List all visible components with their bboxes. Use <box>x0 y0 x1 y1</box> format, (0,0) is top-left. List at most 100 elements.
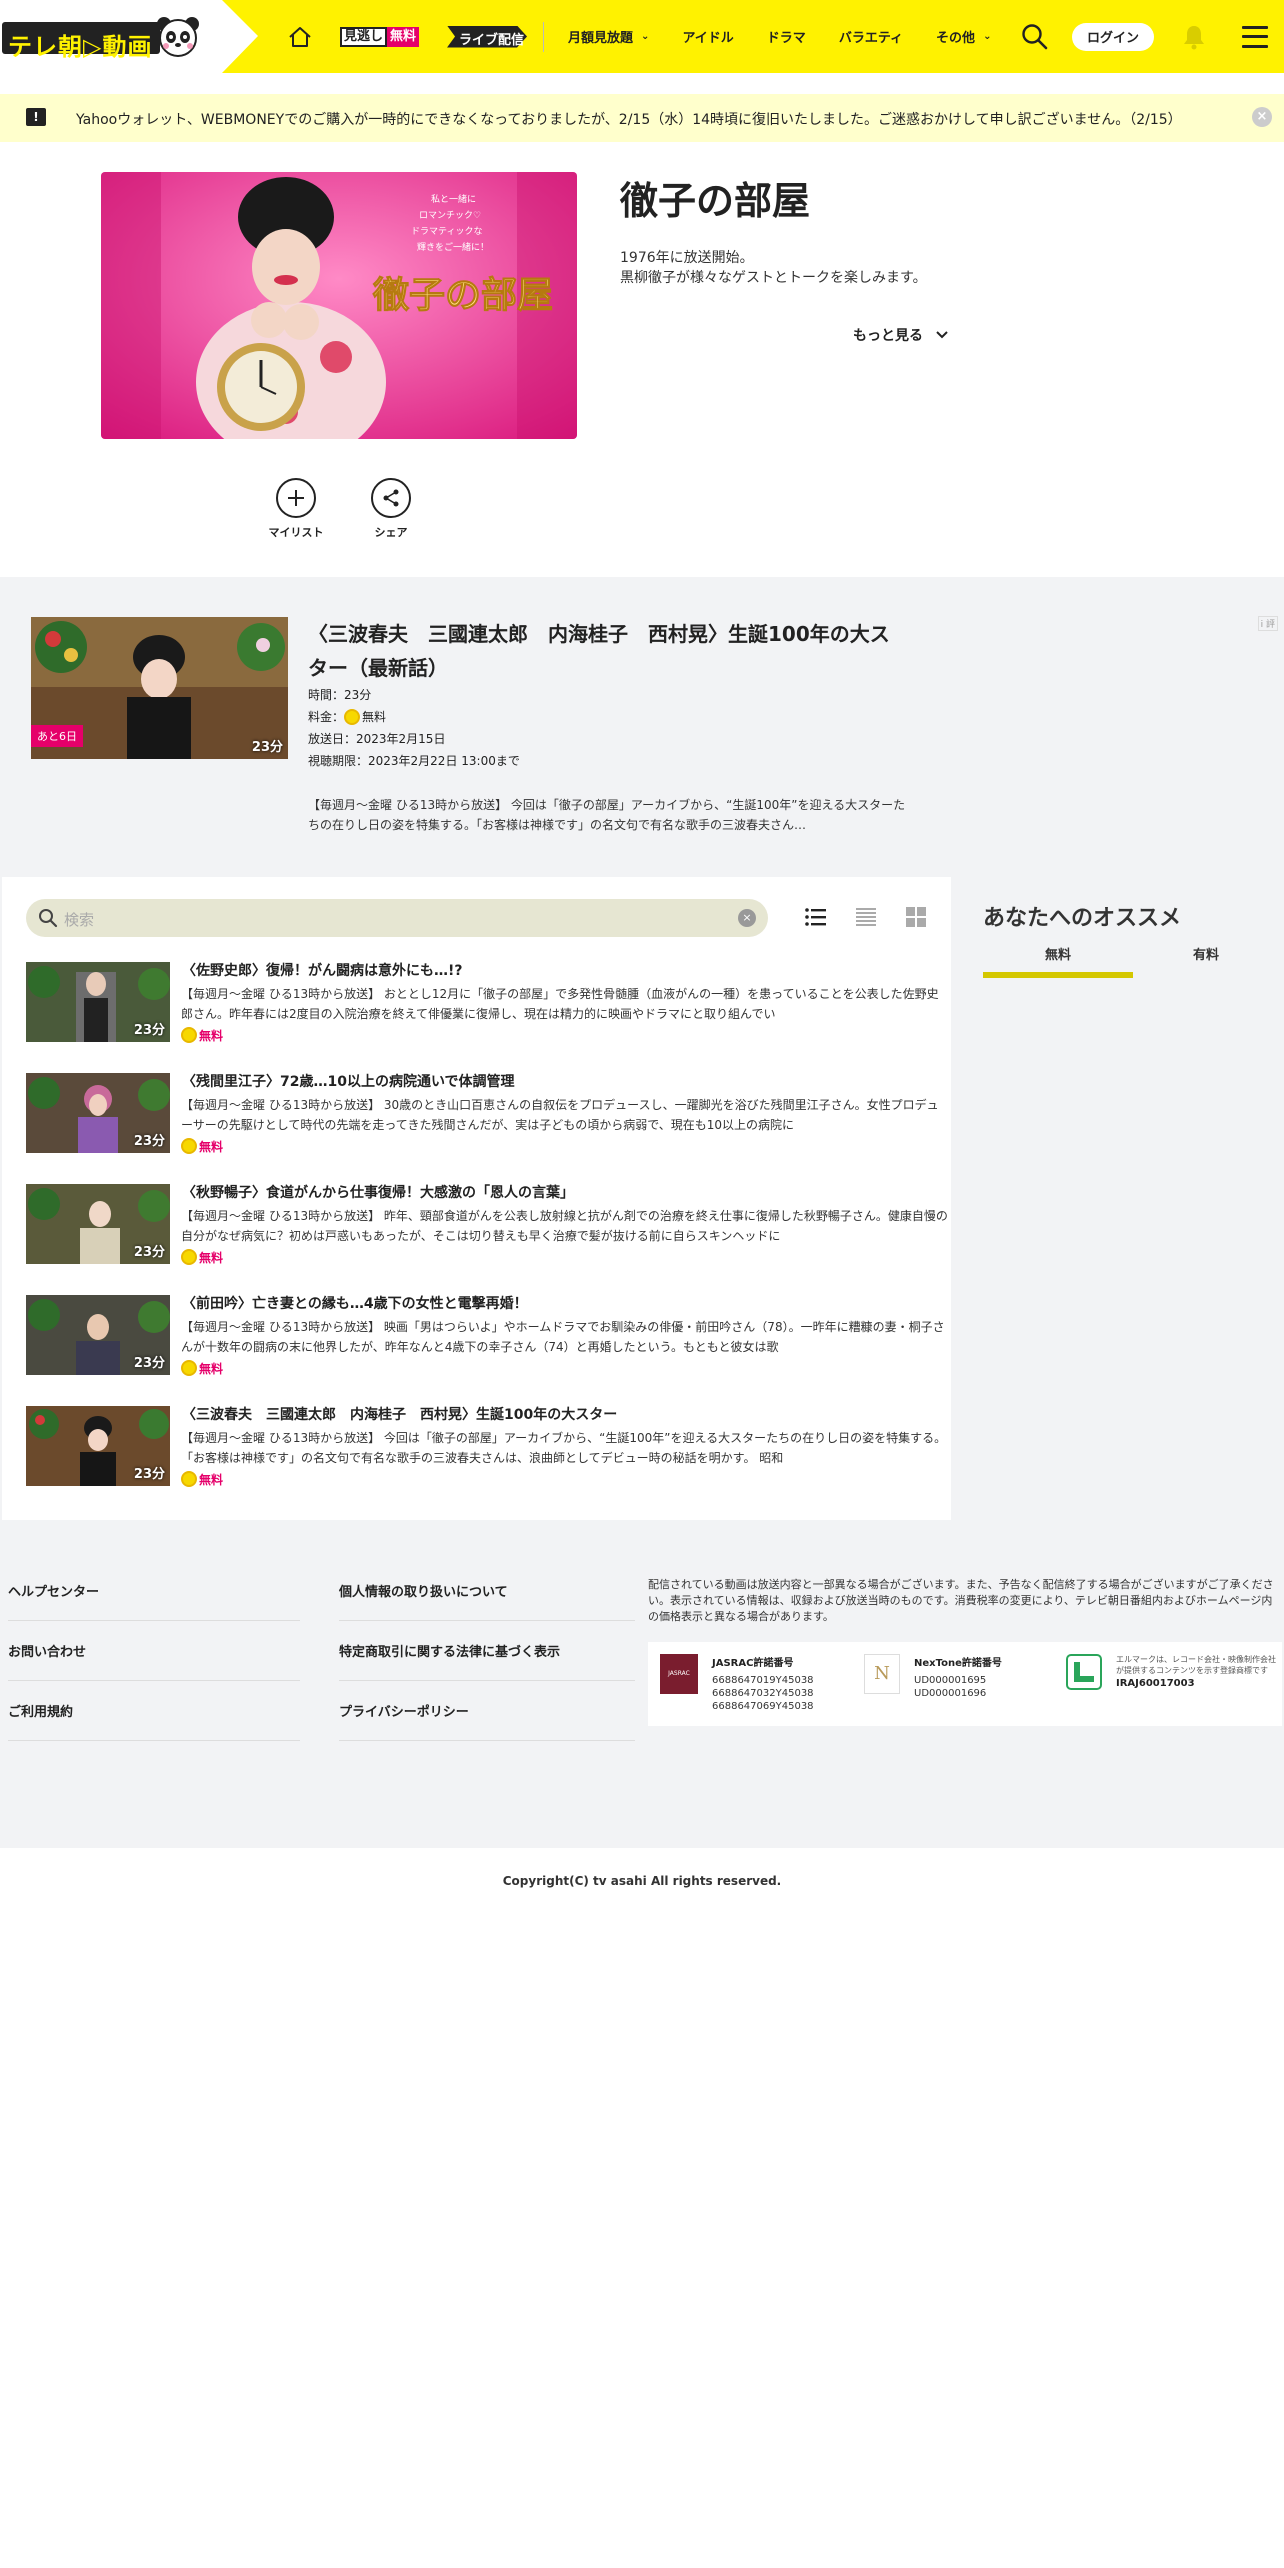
episode-deadline: 視聴期限：2023年2月22日 13:00まで <box>308 754 520 768</box>
latest-episode-meta: 時間：23分 料金： 無料 放送日：2023年2月15日 視聴期限：2023年2月… <box>308 684 520 772</box>
l-mark-logo-icon <box>1066 1654 1102 1690</box>
remaining-days-tag: あと6日 <box>31 725 83 747</box>
clear-icon[interactable]: × <box>738 909 756 927</box>
program-description: 1976年に放送開始。 黒柳徹子が様々なゲストとトークを楽しみます。 <box>620 248 927 288</box>
program-title: 徹子の部屋 <box>620 179 811 223</box>
tab-free[interactable]: 無料 <box>983 944 1133 963</box>
nav-item-other[interactable]: その他 ⌄ <box>936 27 991 46</box>
coin-icon <box>181 1470 197 1487</box>
duration-label: 23分 <box>133 1023 165 1038</box>
share-label: シェア <box>374 526 408 539</box>
share-button[interactable]: シェア <box>356 478 426 540</box>
episode-thumbnail[interactable]: 23分 <box>26 962 170 1042</box>
footer-link-privacy-handling[interactable]: 個人情報の取り扱いについて <box>339 1581 508 1600</box>
menu-line <box>1242 25 1268 29</box>
notice-icon: ! <box>26 108 46 126</box>
more-label: もっと見る <box>853 328 923 344</box>
list-item[interactable]: 23分 〈残間里江子〉72歳…10以上の病院通いで体調管理 【毎週月～金曜 ひる… <box>26 1071 939 1161</box>
nav-item-label: バラエティ <box>838 31 904 46</box>
live-link[interactable]: ライブ配信 <box>447 25 528 48</box>
more-button[interactable]: もっと見る <box>853 325 949 345</box>
episode-thumbnail[interactable]: 23分 <box>26 1184 170 1264</box>
mylist-button[interactable]: マイリスト <box>261 478 331 540</box>
chevron-down-icon <box>936 331 948 339</box>
latest-episode-thumbnail[interactable]: あと6日 23分 <box>31 617 288 759</box>
footer-link-commerce-law[interactable]: 特定商取引に関する法律に基づく表示 <box>339 1641 560 1660</box>
close-icon[interactable]: × <box>1252 107 1272 127</box>
license-number: 6688647032Y45038 <box>712 1688 814 1699</box>
list-view-icon[interactable] <box>803 904 829 930</box>
grid-view-icon[interactable] <box>903 904 929 930</box>
nav-item-label: ドラマ <box>766 31 806 46</box>
hero-tagline: 輝きをご一緒に！ <box>417 241 489 253</box>
site-logo[interactable]: テレ朝▷動画 <box>2 17 202 61</box>
license-number: 6688647019Y45038 <box>712 1675 814 1686</box>
ad-info-icon[interactable]: i 評 <box>1257 616 1278 631</box>
free-label: 無料 <box>199 1029 224 1043</box>
episode-time: 時間：23分 <box>308 688 372 702</box>
bell-icon[interactable] <box>1180 23 1208 51</box>
menu-line <box>1242 35 1268 38</box>
recommend-title: あなたへのオススメ <box>983 906 1182 931</box>
license-text: NexTone許諾番号 UD000001695 UD000001696 <box>914 1654 1024 1700</box>
episode-title[interactable]: 〈佐野史郎〉復帰！がん闘病は意外にも…!? <box>182 960 463 980</box>
copyright: Copyright(C) tv asahi All rights reserve… <box>502 1874 782 1888</box>
chevron-down-icon: ⌄ <box>983 31 992 42</box>
episode-description: 【毎週月～金曜 ひる13時から放送】 30歳のとき山口百恵さんの自叙伝をプロデュ… <box>181 1098 939 1132</box>
episode-thumbnail[interactable]: 23分 <box>26 1295 170 1375</box>
list-item[interactable]: 23分 〈三波春夫 三國連太郎 内海桂子 西村晃〉生誕100年の大スター 【毎週… <box>26 1404 946 1494</box>
free-label: 無料 <box>199 1140 224 1154</box>
episode-description: 【毎週月～金曜 ひる13時から放送】 おととし12月に「徹子の部屋」で多発性骨髄… <box>181 987 939 1021</box>
logo-box: テレ朝▷動画 <box>2 22 160 61</box>
tab-paid[interactable]: 有料 <box>1131 944 1281 963</box>
episode-title[interactable]: 〈三波春夫 三國連太郎 内海桂子 西村晃〉生誕100年の大スター <box>182 1404 617 1424</box>
footer-link-help[interactable]: ヘルプセンター <box>8 1581 99 1600</box>
menu-line <box>1242 44 1268 48</box>
footer-link-terms[interactable]: ご利用規約 <box>8 1701 73 1720</box>
hamburger-menu-icon[interactable] <box>1242 25 1268 48</box>
episode-title[interactable]: 〈残間里江子〉72歳…10以上の病院通いで体調管理 <box>182 1071 515 1091</box>
nav-item-label: その他 <box>936 31 976 46</box>
compact-list-view-icon[interactable] <box>853 904 879 930</box>
mitoshi-label: 見逃し <box>340 26 388 47</box>
license-number: IRAJ60017003 <box>1116 1678 1195 1689</box>
login-button[interactable]: ログイン <box>1072 22 1154 51</box>
program-desc-line: 黒柳徹子が様々なゲストとトークを楽しみます。 <box>620 270 927 286</box>
nav-item-drama[interactable]: ドラマ <box>767 27 806 46</box>
share-icon <box>371 478 411 518</box>
episode-title[interactable]: 〈前田吟〉亡き妻との縁も…4歳下の女性と電撃再婚！ <box>182 1293 528 1313</box>
footer-divider <box>8 1680 300 1681</box>
footer-link-privacy-policy[interactable]: プライバシーポリシー <box>339 1701 469 1720</box>
episode-search-input[interactable]: 検索 × <box>26 899 768 937</box>
duration-label: 23分 <box>133 1356 165 1371</box>
home-button[interactable] <box>280 17 320 57</box>
list-item[interactable]: 23分 〈前田吟〉亡き妻との縁も…4歳下の女性と電撃再婚！ 【毎週月～金曜 ひる… <box>26 1293 945 1383</box>
nav-item-variety[interactable]: バラエティ <box>839 27 903 46</box>
program-desc-line: 1976年に放送開始。 <box>620 250 754 266</box>
coin-icon <box>344 708 361 725</box>
episode-title[interactable]: 〈秋野暢子〉食道がんから仕事復帰！大感激の「恩人の言葉」 <box>182 1182 574 1202</box>
search-placeholder: 検索 <box>64 911 95 929</box>
list-item[interactable]: 23分 〈佐野史郎〉復帰！がん闘病は意外にも…!? 【毎週月～金曜 ひる13時か… <box>26 960 939 1050</box>
nav-item-idol[interactable]: アイドル <box>682 27 733 46</box>
episode-description: 【毎週月～金曜 ひる13時から放送】 昨年、頸部食道がんを公表し放射線と抗がん剤… <box>181 1209 948 1243</box>
episode-thumbnail[interactable]: 23分 <box>26 1406 170 1486</box>
mitoshi-free-link[interactable]: 見逃し 無料 <box>340 26 420 47</box>
episode-air-date: 放送日：2023年2月15日 <box>308 732 446 746</box>
latest-episode-title[interactable]: 〈三波春夫 三國連太郎 内海桂子 西村晃〉生誕100年の大スター（最新話） <box>308 617 908 685</box>
episode-price: 料金： 無料 <box>308 706 520 728</box>
free-badge: 無料 <box>181 1137 224 1155</box>
nav-item-label: アイドル <box>682 31 734 46</box>
footer-link-contact[interactable]: お問い合わせ <box>8 1641 86 1660</box>
program-image: 徹子の部屋 私と一緒に ロマンチック♡ ドラマティックな 輝きをご一緒に！ <box>101 172 577 439</box>
notice-text: Yahooウォレット、WEBMONEYでのご購入が一時的にできなくなっておりまし… <box>76 112 1182 128</box>
price-value: 無料 <box>362 710 387 724</box>
license-box: JASRAC JASRAC許諾番号 6688647019Y45038 66886… <box>648 1642 1282 1726</box>
episode-thumbnail[interactable]: 23分 <box>26 1073 170 1153</box>
panda-mascot-icon <box>157 17 199 57</box>
nav-item-monthly[interactable]: 月額見放題 ⌄ <box>568 27 649 46</box>
list-item[interactable]: 23分 〈秋野暢子〉食道がんから仕事復帰！大感激の「恩人の言葉」 【毎週月～金曜… <box>26 1182 948 1272</box>
duration-label: 23分 <box>133 1467 165 1482</box>
plus-icon <box>276 478 316 518</box>
search-icon[interactable] <box>1020 22 1050 52</box>
